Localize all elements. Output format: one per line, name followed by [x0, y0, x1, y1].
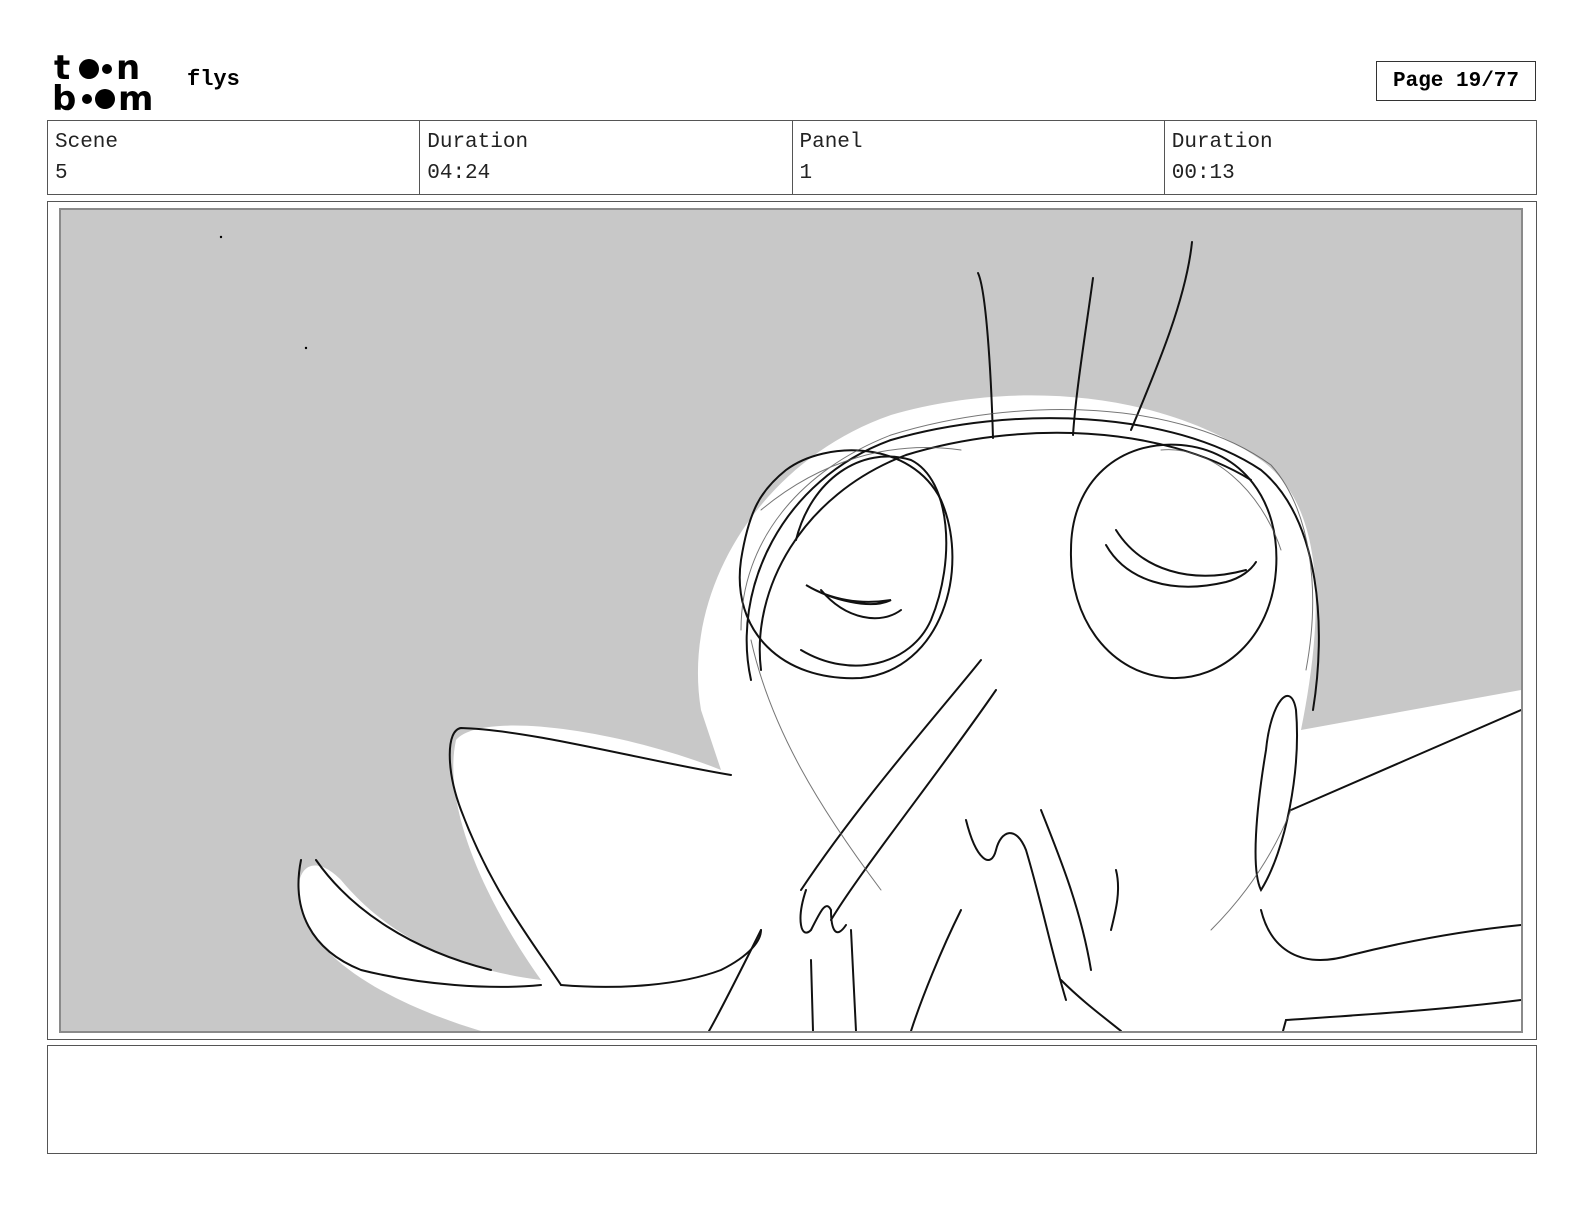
scene-value: 5 [55, 162, 68, 185]
panel-label: Panel [799, 131, 863, 154]
svg-text:m: m [118, 79, 153, 112]
panel-cell: Panel 1 [793, 121, 1165, 194]
scene-cell: Scene 5 [48, 121, 421, 194]
panel-frame [47, 201, 1537, 1040]
scene-info-table: Scene 5 Duration 04:24 Panel 1 Duration … [47, 120, 1537, 195]
scene-duration-cell: Duration 04:24 [420, 121, 793, 194]
project-title: flys [187, 67, 240, 92]
page-indicator: Page 19/77 [1376, 61, 1536, 101]
panel-duration-value: 00:13 [1171, 162, 1235, 185]
panel-duration-cell: Duration 00:13 [1165, 121, 1536, 194]
panel-notes [47, 1045, 1537, 1154]
svg-text:b: b [52, 79, 76, 112]
scene-duration-label: Duration [427, 131, 529, 154]
scene-label: Scene [55, 131, 119, 154]
panel-value: 1 [799, 162, 813, 185]
storyboard-sketch-icon [59, 208, 1523, 1033]
scene-duration-value: 04:24 [427, 162, 491, 185]
toon-boom-logo-icon: t n b m [52, 48, 164, 119]
panel-duration-label: Duration [1171, 131, 1273, 154]
